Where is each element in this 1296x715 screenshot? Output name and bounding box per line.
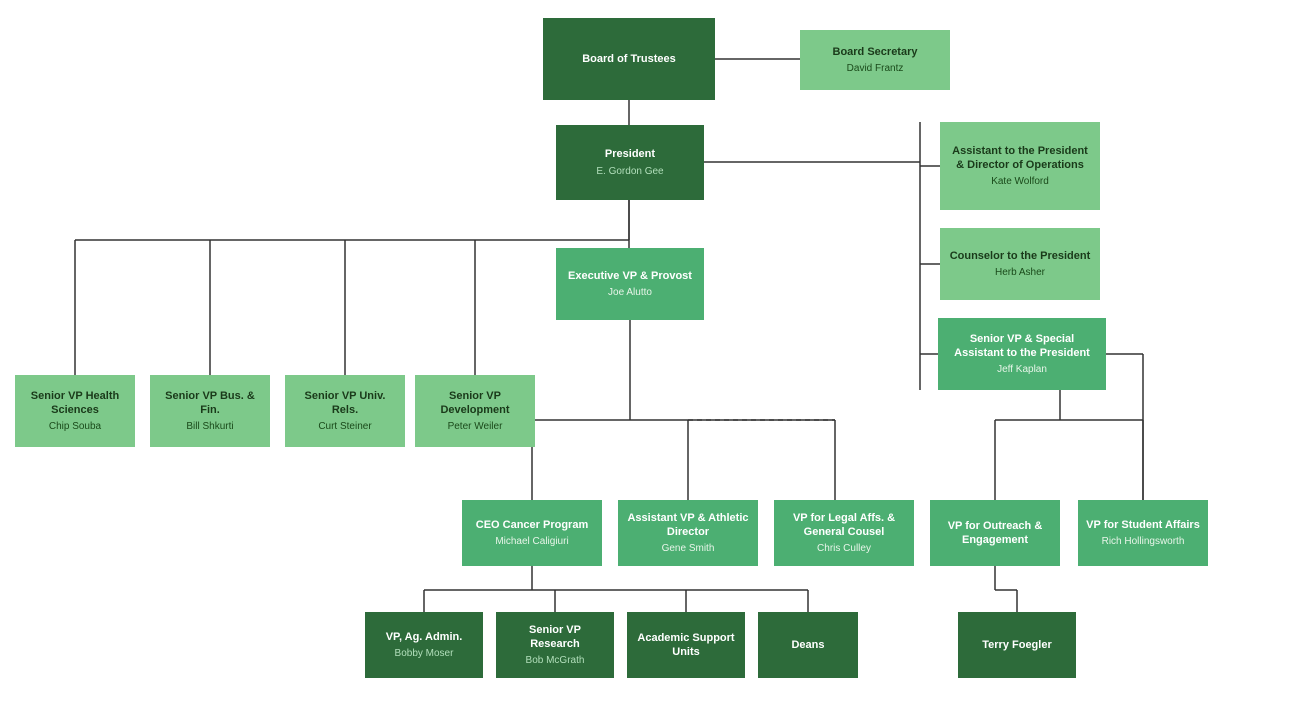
svp-special-title: Senior VP & Special Assistant to the Pre… bbox=[946, 332, 1098, 361]
svp-univ-node: Senior VP Univ. Rels. Curt Steiner bbox=[285, 375, 405, 447]
svp-health-title: Senior VP Health Sciences bbox=[23, 389, 127, 418]
svp-dev-node: Senior VP Development Peter Weiler bbox=[415, 375, 535, 447]
counselor-node: Counselor to the President Herb Asher bbox=[940, 228, 1100, 300]
terry-foegler-title: Terry Foegler bbox=[982, 638, 1052, 652]
president-title: President bbox=[605, 147, 655, 161]
asst-vp-athletic-name: Gene Smith bbox=[662, 542, 715, 555]
svp-bus-title: Senior VP Bus. & Fin. bbox=[158, 389, 262, 418]
svp-univ-title: Senior VP Univ. Rels. bbox=[293, 389, 397, 418]
deans-node: Deans bbox=[758, 612, 858, 678]
svp-research-node: Senior VP Research Bob McGrath bbox=[496, 612, 614, 678]
ceo-cancer-name: Michael Caligiuri bbox=[495, 535, 568, 548]
svp-special-node: Senior VP & Special Assistant to the Pre… bbox=[938, 318, 1106, 390]
svp-bus-name: Bill Shkurti bbox=[186, 420, 233, 433]
counselor-name: Herb Asher bbox=[995, 266, 1045, 279]
svp-univ-name: Curt Steiner bbox=[318, 420, 371, 433]
vp-outreach-node: VP for Outreach & Engagement bbox=[930, 500, 1060, 566]
ceo-cancer-title: CEO Cancer Program bbox=[476, 518, 588, 532]
deans-title: Deans bbox=[791, 638, 824, 652]
vp-student-title: VP for Student Affairs bbox=[1086, 518, 1200, 532]
vp-student-node: VP for Student Affairs Rich Hollingswort… bbox=[1078, 500, 1208, 566]
board-secretary-title: Board Secretary bbox=[833, 45, 918, 59]
president-name: E. Gordon Gee bbox=[596, 165, 663, 178]
asst-president-node: Assistant to the President & Director of… bbox=[940, 122, 1100, 210]
svp-dev-title: Senior VP Development bbox=[423, 389, 527, 418]
vp-ag-node: VP, Ag. Admin. Bobby Moser bbox=[365, 612, 483, 678]
asst-president-title: Assistant to the President & Director of… bbox=[948, 144, 1092, 173]
board-of-trustees-node: Board of Trustees bbox=[543, 18, 715, 100]
vp-ag-name: Bobby Moser bbox=[395, 647, 454, 660]
svp-research-name: Bob McGrath bbox=[526, 654, 585, 667]
asst-president-name: Kate Wolford bbox=[991, 175, 1049, 188]
vp-student-name: Rich Hollingsworth bbox=[1102, 535, 1185, 548]
counselor-title: Counselor to the President bbox=[950, 249, 1091, 263]
board-secretary-node: Board Secretary David Frantz bbox=[800, 30, 950, 90]
board-secretary-name: David Frantz bbox=[847, 62, 904, 75]
org-chart: Board of Trustees Board Secretary David … bbox=[0, 0, 1296, 715]
svp-research-title: Senior VP Research bbox=[504, 623, 606, 652]
svp-dev-name: Peter Weiler bbox=[448, 420, 503, 433]
svp-health-node: Senior VP Health Sciences Chip Souba bbox=[15, 375, 135, 447]
academic-support-title: Academic Support Units bbox=[635, 631, 737, 660]
svp-special-name: Jeff Kaplan bbox=[997, 363, 1047, 376]
exec-vp-name: Joe Alutto bbox=[608, 286, 652, 299]
svp-bus-node: Senior VP Bus. & Fin. Bill Shkurti bbox=[150, 375, 270, 447]
asst-vp-athletic-node: Assistant VP & Athletic Director Gene Sm… bbox=[618, 500, 758, 566]
president-node: President E. Gordon Gee bbox=[556, 125, 704, 200]
vp-legal-node: VP for Legal Affs. & General Cousel Chri… bbox=[774, 500, 914, 566]
exec-vp-node: Executive VP & Provost Joe Alutto bbox=[556, 248, 704, 320]
vp-legal-title: VP for Legal Affs. & General Cousel bbox=[782, 511, 906, 540]
board-title: Board of Trustees bbox=[582, 52, 676, 66]
svp-health-name: Chip Souba bbox=[49, 420, 101, 433]
vp-ag-title: VP, Ag. Admin. bbox=[386, 630, 463, 644]
vp-legal-name: Chris Culley bbox=[817, 542, 871, 555]
asst-vp-athletic-title: Assistant VP & Athletic Director bbox=[626, 511, 750, 540]
exec-vp-title: Executive VP & Provost bbox=[568, 269, 692, 283]
ceo-cancer-node: CEO Cancer Program Michael Caligiuri bbox=[462, 500, 602, 566]
terry-foegler-node: Terry Foegler bbox=[958, 612, 1076, 678]
vp-outreach-title: VP for Outreach & Engagement bbox=[938, 519, 1052, 548]
academic-support-node: Academic Support Units bbox=[627, 612, 745, 678]
